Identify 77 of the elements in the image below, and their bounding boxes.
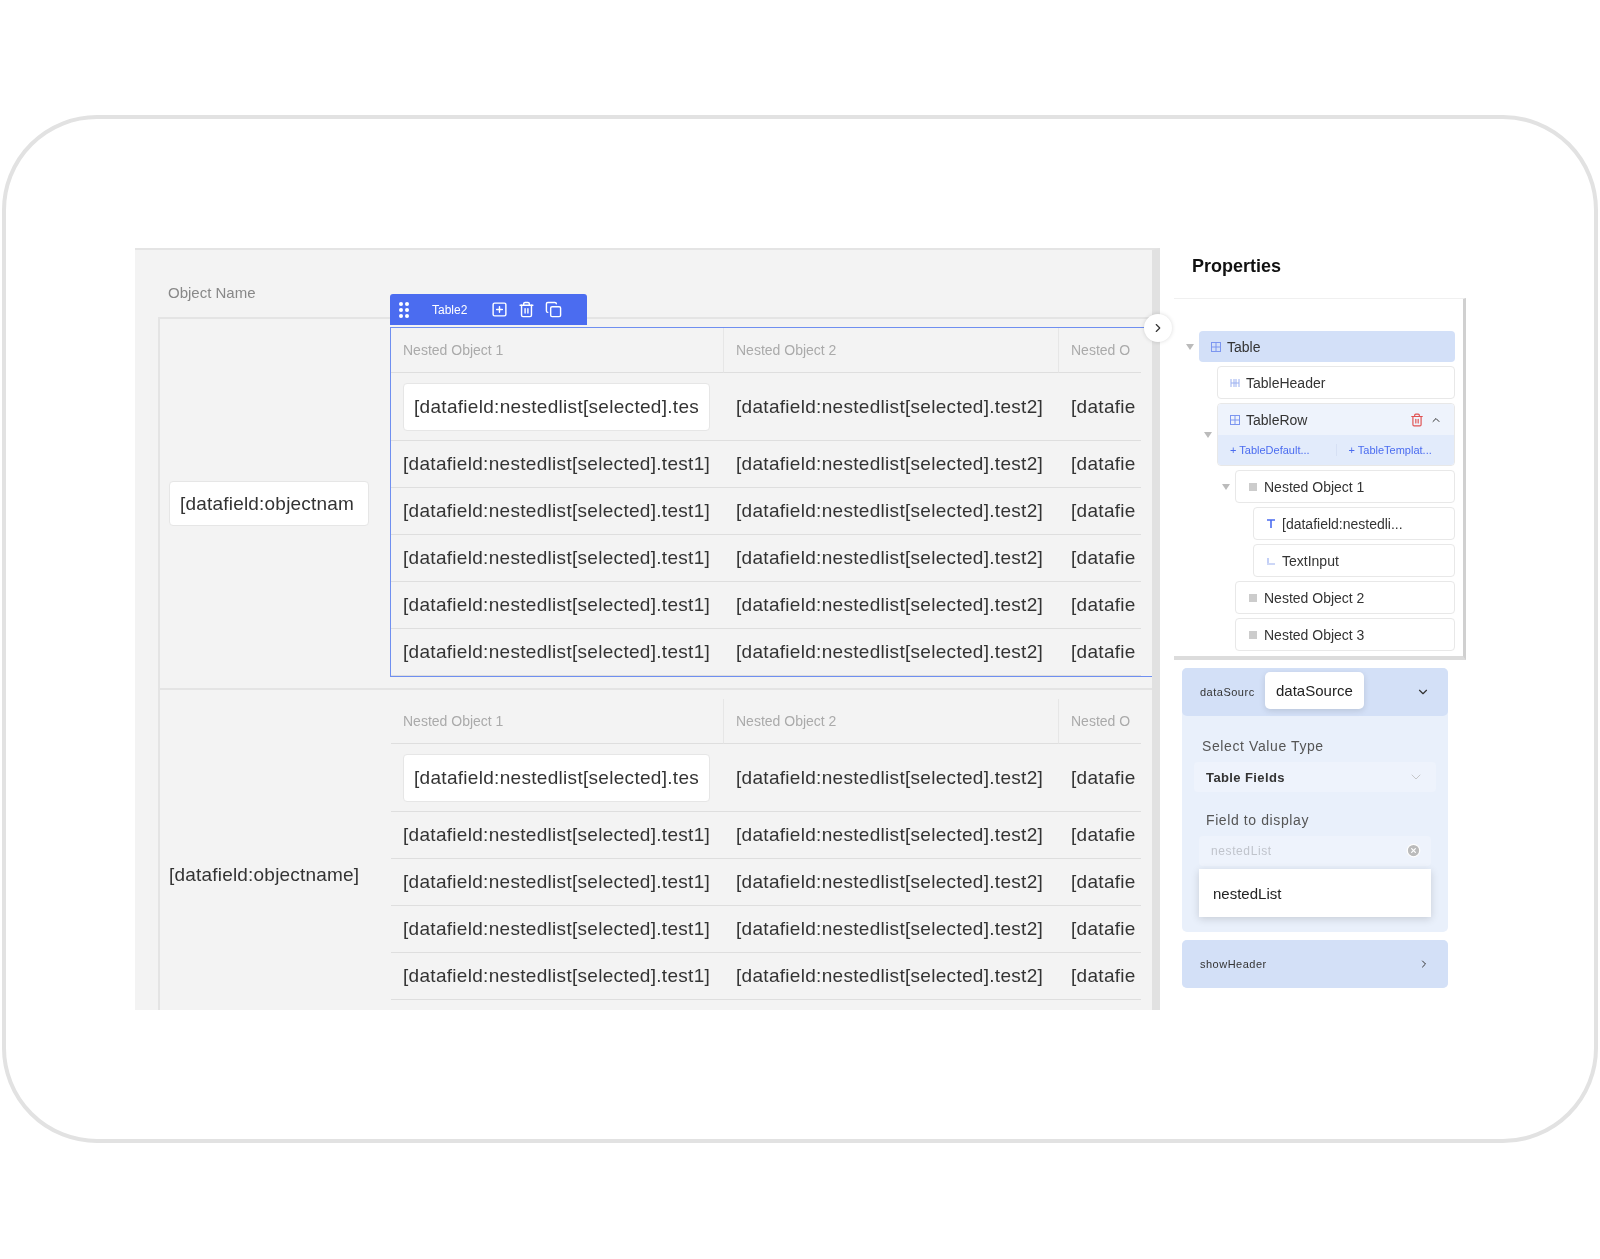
columns-icon	[1230, 377, 1240, 388]
table-cell: [datafie	[1059, 744, 1141, 812]
table-cell: [datafie	[1059, 441, 1141, 488]
column-header: Nested O	[1059, 699, 1141, 744]
object-name: [datafield:objectname]	[169, 863, 360, 886]
table-cell: [datafield:nestedlist[selected].test1]	[391, 859, 724, 906]
text-icon	[1266, 518, 1276, 529]
input-icon	[1266, 555, 1276, 566]
field-label: Field to display	[1206, 812, 1310, 828]
table-cell: [datafie	[1059, 488, 1141, 535]
column-header: Nested Object 1	[391, 699, 724, 744]
table-cell: [datafield:nestedlist[selected].test1]	[391, 812, 724, 859]
copy-icon[interactable]	[545, 301, 563, 318]
table-icon	[1211, 341, 1221, 352]
table-cell: [datafield:nestedlist[selected].test1]	[391, 906, 724, 953]
drag-handle-icon[interactable]	[398, 300, 410, 319]
table-cell: [datafield:nestedlist[selected].test1]	[391, 441, 724, 488]
column-header: Nested Object 2	[724, 699, 1059, 744]
table-cell: [datafie	[1059, 582, 1141, 629]
table-cell: [datafield:nestedlist[selected].test2]	[724, 812, 1059, 859]
table-cell: [datafield:nestedlist[selected].test2]	[724, 744, 1059, 812]
table-cell: [datafield:nestedlist[selected].test1]	[391, 535, 724, 582]
column-header: Nested O	[1059, 328, 1141, 373]
table-cell: [datafie	[1059, 953, 1141, 1000]
column-header: Nested Object 2	[724, 328, 1059, 373]
tree-item[interactable]: Nested Object 3	[1235, 618, 1455, 651]
component-name: Table2	[432, 302, 468, 317]
panel-title: Properties	[1191, 255, 1283, 278]
table-cell: [datafie	[1059, 859, 1141, 906]
delete-icon[interactable]	[1410, 412, 1424, 427]
tree-item[interactable]: TableHeader	[1217, 366, 1455, 399]
table-cell: [datafie	[1059, 535, 1141, 582]
table-cell: [datafield:nestedlist[selected].test2]	[724, 906, 1059, 953]
text-input[interactable]: [datafield:nestedlist[selected].tes	[403, 753, 710, 802]
add-template-link[interactable]: + TableTemplat...	[1335, 444, 1454, 456]
add-template-link[interactable]: + TableDefault...	[1218, 444, 1336, 456]
table-cell: [datafie	[1059, 373, 1141, 441]
table-cell: [datafield:nestedlist[selected].test2]	[724, 535, 1059, 582]
table-cell: [datafield:nestedlist[selected].test1]	[391, 582, 724, 629]
table-cell: [datafield:nestedlist[selected].test2]	[724, 629, 1059, 676]
collapse-triangle-icon[interactable]	[1186, 342, 1194, 351]
tree-item[interactable]: TableRow + TableDefault... + TableTemplat...	[1217, 403, 1455, 466]
tree-item[interactable]: TextInput	[1253, 544, 1455, 577]
value-type-select[interactable]: Table Fields	[1194, 762, 1436, 792]
table-cell: [datafield:nestedlist[selected].test1]	[391, 953, 724, 1000]
square-icon	[1248, 629, 1258, 640]
nested-table[interactable]	[390, 327, 1152, 677]
add-icon[interactable]	[491, 301, 509, 318]
text-input[interactable]: [datafield:objectnam	[169, 481, 369, 526]
table-cell: [datafie	[1059, 906, 1141, 953]
table-cell: [datafield:nestedlist[selected].test2]	[724, 441, 1059, 488]
delete-icon[interactable]	[518, 301, 536, 318]
tooltip: dataSource	[1265, 672, 1364, 709]
square-icon	[1248, 481, 1258, 492]
tree-item[interactable]: Nested Object 2	[1235, 581, 1455, 614]
column-header: Nested Object 1	[391, 328, 724, 373]
dropdown-option[interactable]: nestedList	[1199, 869, 1431, 917]
tree-item[interactable]: Nested Object 1	[1235, 470, 1455, 503]
table-cell: [datafield:nestedlist[selected].test2]	[724, 582, 1059, 629]
table-icon	[1230, 414, 1240, 425]
table-cell: [datafie	[1059, 629, 1141, 676]
table-cell: [datafield:nestedlist[selected].test1]	[391, 629, 724, 676]
field-label: Select Value Type	[1202, 738, 1325, 754]
table-cell: [datafield:nestedlist[selected].test1]	[391, 488, 724, 535]
table-cell: [datafie	[1059, 812, 1141, 859]
collapse-triangle-icon[interactable]	[1204, 430, 1212, 439]
table-cell: [datafield:nestedlist[selected].test2]	[724, 488, 1059, 535]
table-cell: [datafield:nestedlist[selected].test2]	[724, 373, 1059, 441]
square-icon	[1248, 592, 1258, 603]
table-cell: [datafield:nestedlist[selected].test2]	[724, 859, 1059, 906]
tree-item[interactable]: Table	[1199, 331, 1455, 362]
tree-item[interactable]: [datafield:nestedli...	[1253, 507, 1455, 540]
collapse-triangle-icon[interactable]	[1222, 482, 1230, 491]
section-header[interactable]: showHeader	[1182, 940, 1448, 988]
table-cell: [datafield:nestedlist[selected].test2]	[724, 953, 1059, 1000]
column-header: Object Name	[168, 283, 256, 303]
text-input[interactable]: [datafield:nestedlist[selected].tes	[403, 382, 710, 431]
